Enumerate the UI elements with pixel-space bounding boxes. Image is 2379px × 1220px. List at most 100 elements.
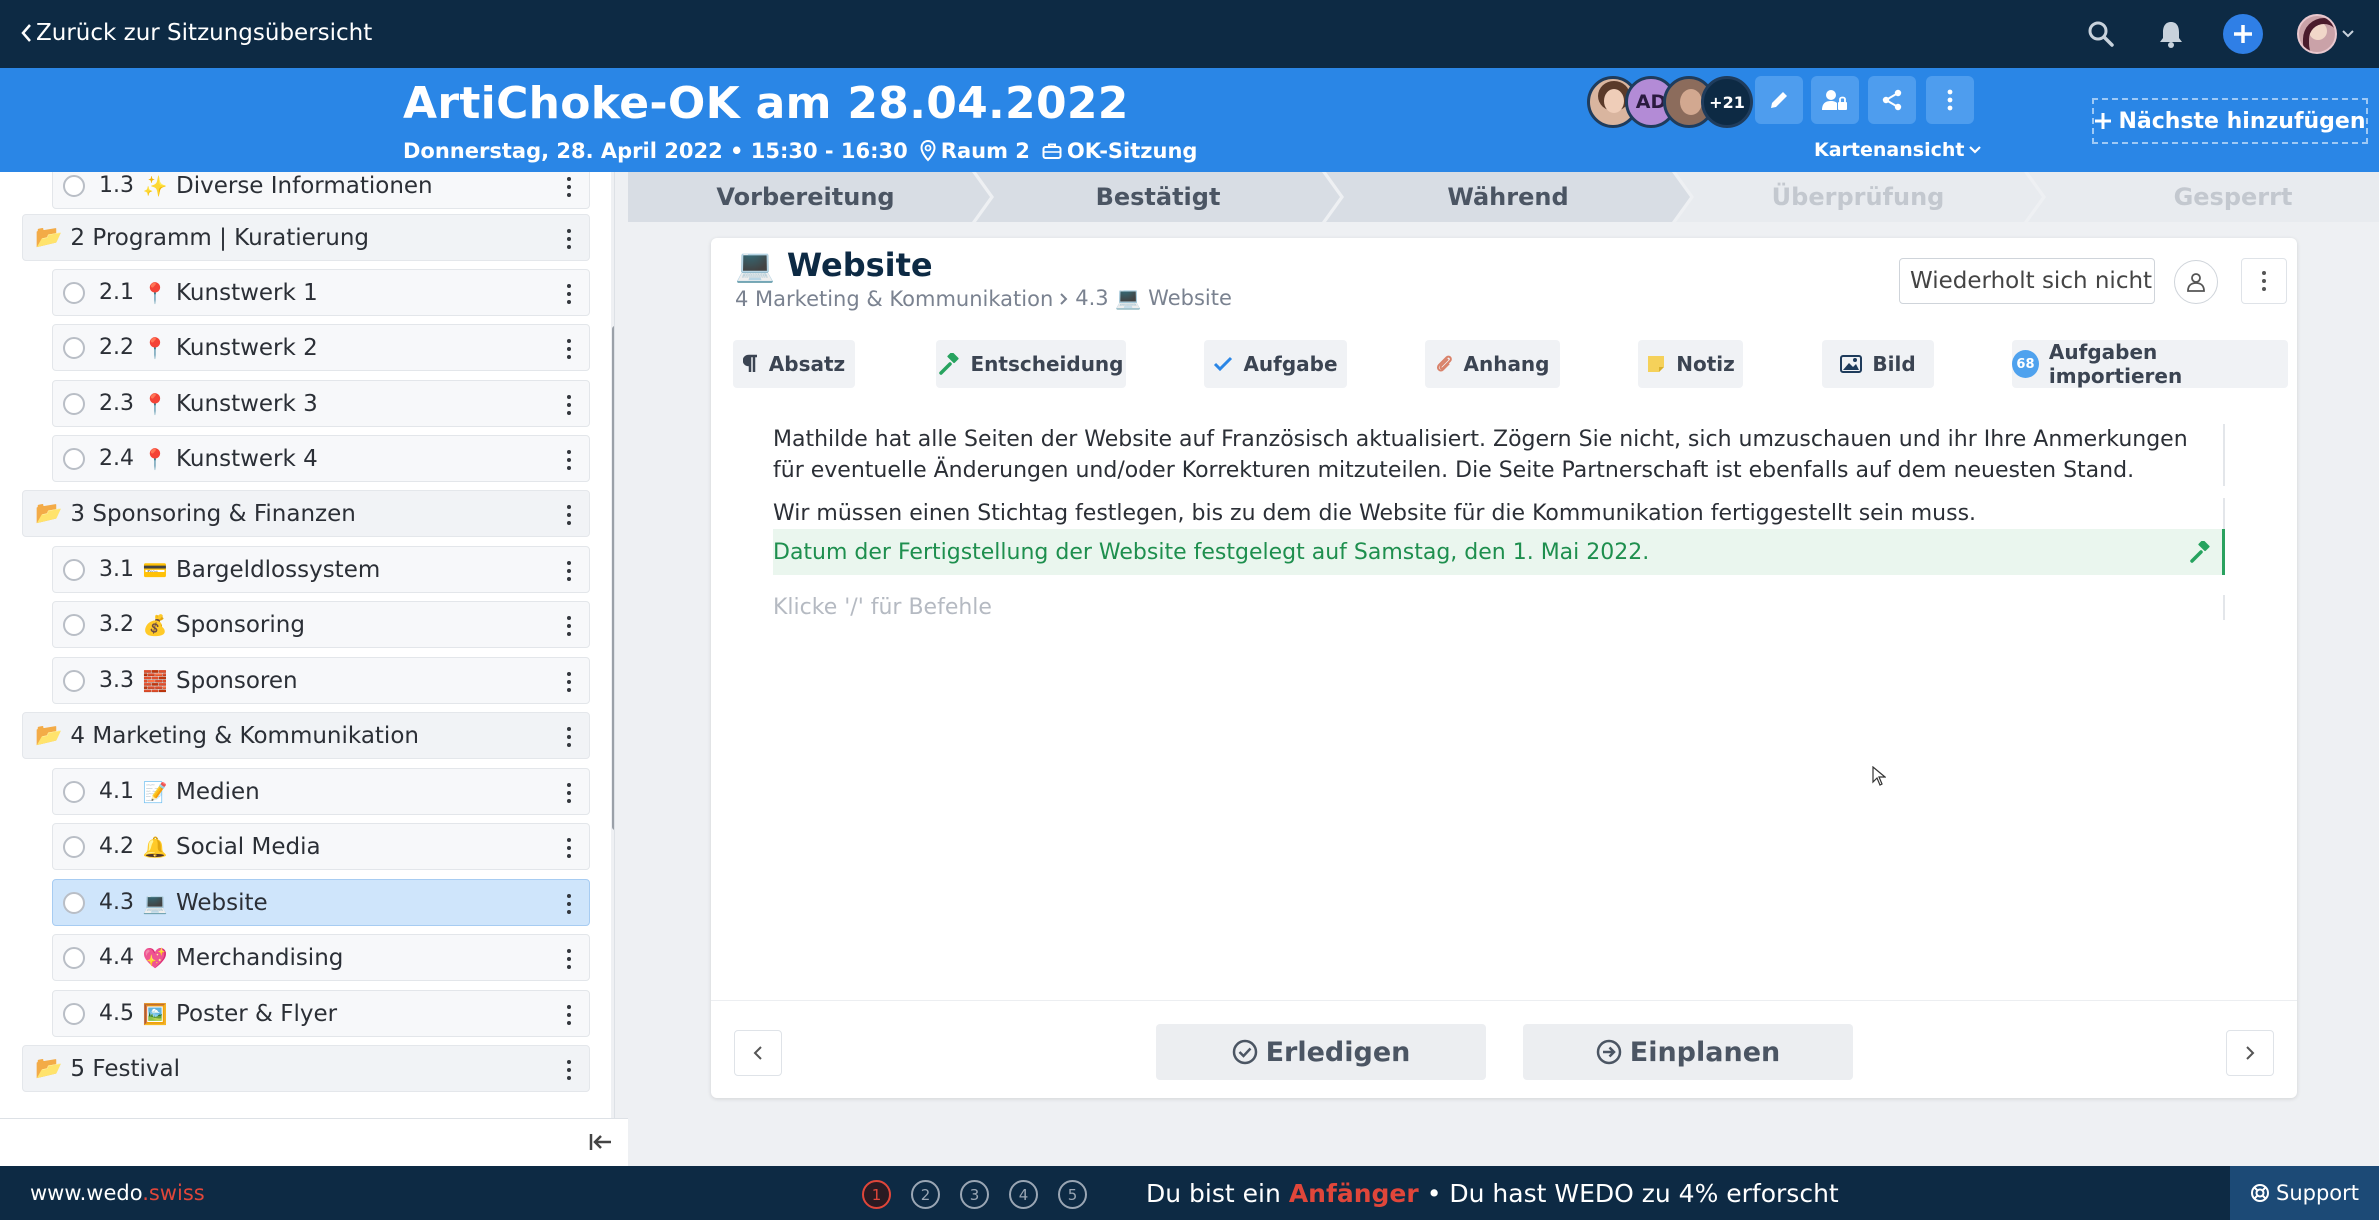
more-vertical-icon[interactable] — [559, 391, 579, 419]
task-button[interactable]: Aufgabe — [1204, 340, 1347, 388]
stage-preparation[interactable]: Vorbereitung — [628, 172, 983, 222]
repeat-dropdown[interactable]: Wiederholt sich nicht — [1899, 258, 2155, 304]
agenda-item[interactable]: 4.2 🔔 Social Media — [52, 823, 590, 870]
agenda-item-emoji: 💰 — [142, 612, 168, 637]
more-vertical-icon[interactable] — [559, 779, 579, 807]
agenda-item[interactable]: 4.5 🖼️ Poster & Flyer — [52, 990, 590, 1037]
status-radio[interactable] — [63, 613, 85, 636]
meeting-more-button[interactable] — [1926, 76, 1974, 124]
agenda-item[interactable]: 2.1 📍 Kunstwerk 1 — [52, 269, 590, 316]
more-vertical-icon[interactable] — [559, 834, 579, 862]
stage-review[interactable]: Überprüfung — [1683, 172, 2033, 222]
agenda-item-emoji: 🧱 — [142, 668, 168, 693]
status-radio[interactable] — [63, 174, 85, 197]
more-vertical-icon[interactable] — [559, 225, 579, 253]
more-vertical-icon[interactable] — [559, 557, 579, 585]
status-radio[interactable] — [63, 946, 85, 969]
status-radio[interactable] — [63, 392, 85, 415]
more-participants-badge[interactable]: +21 — [1701, 76, 1753, 128]
stage-locked[interactable]: Gesperrt — [2033, 172, 2379, 222]
back-to-overview-link[interactable]: Zurück zur Sitzungsübersicht — [20, 20, 372, 46]
status-radio[interactable] — [63, 1002, 85, 1025]
room-label: Raum 2 — [940, 139, 1030, 163]
next-topic-button[interactable] — [2226, 1030, 2274, 1076]
status-radio[interactable] — [63, 558, 85, 581]
more-vertical-icon[interactable] — [559, 280, 579, 308]
agenda-item[interactable]: 3.1 💳 Bargeldlossystem — [52, 546, 590, 593]
card-more-button[interactable] — [2241, 258, 2287, 304]
status-radio[interactable] — [63, 336, 85, 359]
manage-attendees-button[interactable] — [1811, 76, 1859, 124]
onboarding-step[interactable]: 1 — [862, 1180, 891, 1209]
assign-user-button[interactable] — [2174, 260, 2218, 304]
agenda-item[interactable]: 2.4 📍 Kunstwerk 4 — [52, 435, 590, 482]
agenda-item-active[interactable]: 4.3 💻 Website — [52, 879, 590, 926]
status-radio[interactable] — [63, 780, 85, 803]
view-mode-dropdown[interactable]: Kartenansicht — [1814, 139, 1982, 161]
search-icon[interactable] — [2083, 16, 2119, 52]
agenda-section[interactable]: 📂 3 Sponsoring & Finanzen — [22, 490, 590, 537]
schedule-button[interactable]: Einplanen — [1523, 1024, 1853, 1080]
agenda-item[interactable]: 4.4 💖 Merchandising — [52, 934, 590, 981]
task-label: Aufgabe — [1243, 352, 1338, 376]
more-vertical-icon[interactable] — [559, 612, 579, 640]
more-vertical-icon[interactable] — [559, 501, 579, 529]
more-vertical-icon[interactable] — [559, 668, 579, 696]
more-vertical-icon[interactable] — [559, 1001, 579, 1029]
more-vertical-icon[interactable] — [559, 945, 579, 973]
previous-topic-button[interactable] — [734, 1030, 782, 1076]
add-next-meeting-button[interactable]: Nächste hinzufügen — [2092, 98, 2368, 144]
status-radio[interactable] — [63, 891, 85, 914]
edit-meeting-button[interactable] — [1755, 76, 1803, 124]
status-radio[interactable] — [63, 669, 85, 692]
decision-button[interactable]: Entscheidung — [936, 340, 1126, 388]
chevron-down-icon — [1969, 146, 1982, 154]
paragraph-block[interactable]: Wir müssen einen Stichtag festlegen, bis… — [773, 498, 2225, 529]
more-vertical-icon[interactable] — [559, 1056, 579, 1084]
agenda-section[interactable]: 📂 4 Marketing & Kommunikation — [22, 712, 590, 759]
topic-title-text[interactable]: Website — [787, 246, 933, 284]
create-button[interactable] — [2223, 14, 2263, 54]
sidebar-scrollbar[interactable] — [612, 326, 614, 830]
agenda-item[interactable]: 2.3 📍 Kunstwerk 3 — [52, 380, 590, 427]
decision-block[interactable]: Datum der Fertigstellung der Website fes… — [773, 529, 2225, 575]
paragraph-block[interactable]: Mathilde hat alle Seiten der Website auf… — [773, 424, 2225, 486]
more-vertical-icon[interactable] — [559, 335, 579, 363]
onboarding-step[interactable]: 2 — [911, 1180, 940, 1209]
note-button[interactable]: Notiz — [1638, 340, 1743, 388]
share-button[interactable] — [1868, 76, 1916, 124]
participant-avatars[interactable]: AD +21 — [1587, 76, 1753, 128]
complete-button[interactable]: Erledigen — [1156, 1024, 1486, 1080]
stage-confirmed[interactable]: Bestätigt — [983, 172, 1333, 222]
status-radio[interactable] — [63, 281, 85, 304]
attachment-button[interactable]: Anhang — [1425, 340, 1560, 388]
more-vertical-icon[interactable] — [559, 173, 579, 201]
agenda-item[interactable]: 3.2 💰 Sponsoring — [52, 601, 590, 648]
agenda-item[interactable]: 1.3 ✨ Diverse Informationen — [52, 172, 590, 209]
paragraph-button[interactable]: Absatz — [733, 340, 855, 388]
more-vertical-icon[interactable] — [559, 723, 579, 751]
onboarding-step[interactable]: 4 — [1009, 1180, 1038, 1209]
agenda-item[interactable]: 4.1 📝 Medien — [52, 768, 590, 815]
agenda-item[interactable]: 2.2 📍 Kunstwerk 2 — [52, 324, 590, 371]
more-vertical-icon[interactable] — [559, 890, 579, 918]
support-button[interactable]: Support — [2230, 1166, 2379, 1220]
collapse-sidebar-button[interactable] — [585, 1126, 617, 1158]
command-input-placeholder[interactable]: Klicke '/' für Befehle — [773, 595, 2225, 620]
more-vertical-icon[interactable] — [559, 446, 579, 474]
agenda-section[interactable]: 📂 2 Programm | Kuratierung — [22, 214, 590, 261]
breadcrumb-section[interactable]: 4 Marketing & Kommunikation — [735, 287, 1053, 311]
bell-icon[interactable] — [2153, 16, 2189, 52]
import-tasks-button[interactable]: 68 Aufgaben importieren — [2012, 340, 2288, 388]
agenda-section[interactable]: 📂 5 Festival — [22, 1045, 590, 1092]
image-button[interactable]: Bild — [1822, 340, 1934, 388]
breadcrumb-item[interactable]: 4.3 💻 Website — [1075, 286, 1232, 311]
stage-during[interactable]: Während — [1333, 172, 1683, 222]
onboarding-step[interactable]: 3 — [960, 1180, 989, 1209]
user-menu[interactable] — [2297, 14, 2355, 54]
onboarding-step[interactable]: 5 — [1058, 1180, 1087, 1209]
site-link[interactable]: www.wedo.swiss — [30, 1181, 205, 1205]
status-radio[interactable] — [63, 447, 85, 470]
status-radio[interactable] — [63, 835, 85, 858]
agenda-item[interactable]: 3.3 🧱 Sponsoren — [52, 657, 590, 704]
